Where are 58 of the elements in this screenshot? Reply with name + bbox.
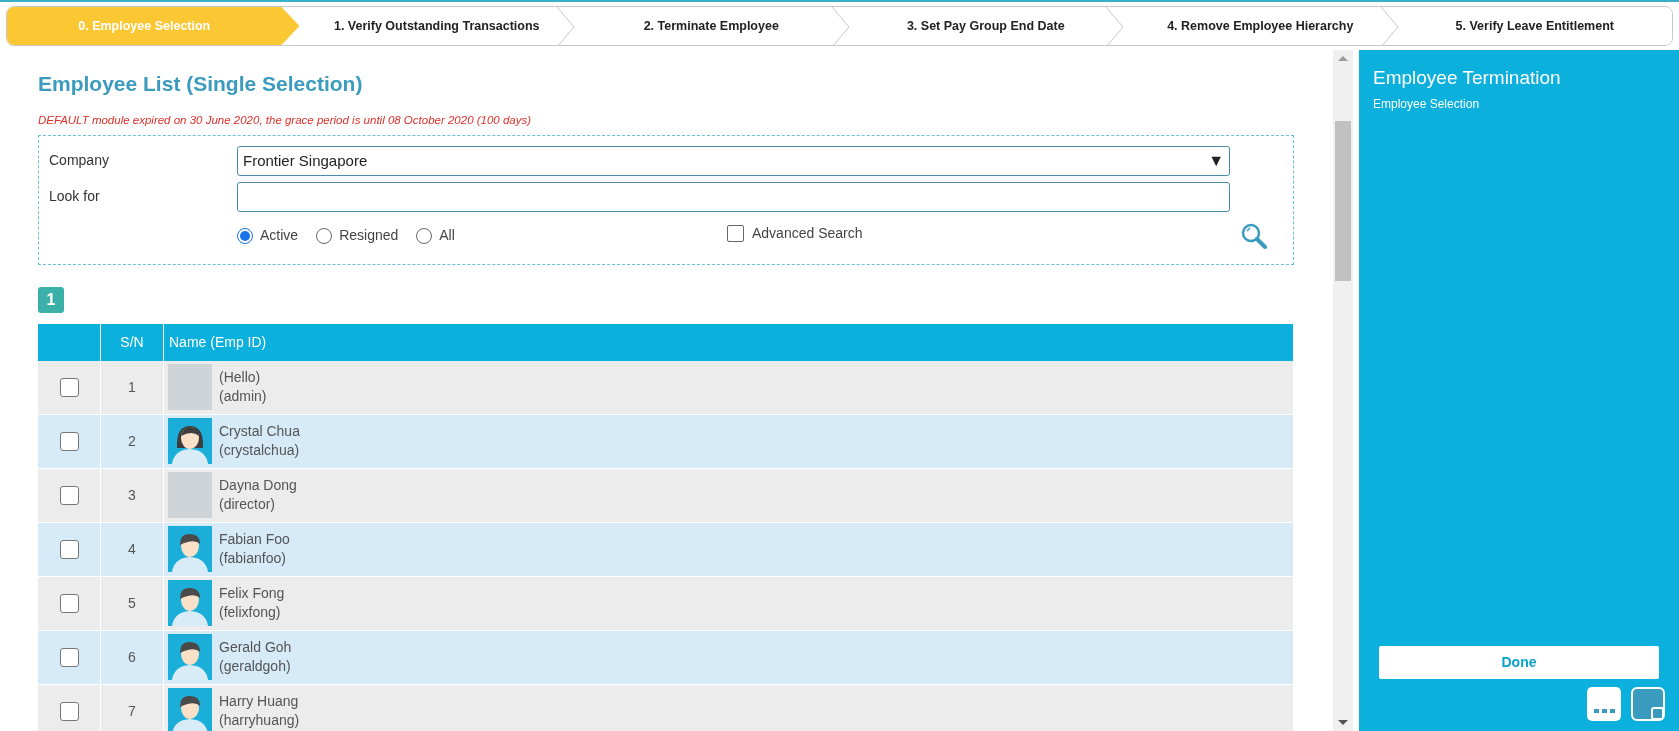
panel-title: Employee Termination xyxy=(1373,66,1562,90)
employee-name: (Hello) xyxy=(219,368,262,388)
look-for-label: Look for xyxy=(49,187,101,207)
serial-number: 4 xyxy=(128,539,136,559)
employee-name: Crystal Chua xyxy=(219,422,300,442)
serial-number: 1 xyxy=(128,377,136,397)
more-icon[interactable] xyxy=(1587,687,1621,721)
look-for-field[interactable] xyxy=(237,181,1230,212)
serial-number: 3 xyxy=(128,485,136,505)
employee-id: (felixfong) xyxy=(219,603,282,623)
column-header: S/N xyxy=(101,323,164,361)
employee-id: (fabianfoo) xyxy=(219,549,287,569)
window-icon[interactable] xyxy=(1631,687,1665,721)
row-checkbox[interactable] xyxy=(59,701,79,721)
person-avatar-icon xyxy=(168,688,212,731)
advanced-search-checkbox[interactable]: Advanced Search xyxy=(727,223,863,245)
employee-name: Felix Fong xyxy=(219,584,285,604)
row-checkbox[interactable] xyxy=(59,431,79,451)
employee-name: Fabian Foo xyxy=(219,530,290,550)
employee-id: (director) xyxy=(219,495,276,515)
employee-id: (crystalchua) xyxy=(219,441,300,461)
person-avatar-icon xyxy=(168,418,212,465)
employee-name: Harry Huang xyxy=(219,692,300,712)
employee-id: (geraldgoh) xyxy=(219,657,292,677)
person-avatar-icon xyxy=(168,580,212,627)
photo-placeholder xyxy=(168,364,212,411)
status-radio[interactable]: Resigned xyxy=(316,225,399,247)
row-checkbox[interactable] xyxy=(59,485,79,505)
employee-id: (harryhuang) xyxy=(219,711,300,731)
company-label: Company xyxy=(49,151,110,171)
dropdown-arrow: ▼ xyxy=(1208,150,1224,171)
employee-name: Gerald Goh xyxy=(219,638,292,658)
scrollbar[interactable] xyxy=(1333,50,1353,731)
company-dropdown[interactable]: Frontier Singapore ▼ xyxy=(237,145,1230,176)
column-header: Name (Emp ID) xyxy=(168,332,268,352)
expiry-warning: DEFAULT module expired on 30 June 2020, the grace period is until 08 October 2020 (100 days) xyxy=(38,112,533,128)
row-checkbox[interactable] xyxy=(59,647,79,667)
employee-name: Dayna Dong xyxy=(219,476,297,496)
wizard-step[interactable]: 4. Remove Employee Hierarchy xyxy=(1123,7,1398,45)
row-checkbox[interactable] xyxy=(59,593,79,613)
wizard-step[interactable]: 2. Terminate Employee xyxy=(574,7,849,45)
serial-number: 6 xyxy=(128,647,136,667)
employee-id: (admin) xyxy=(219,387,267,407)
serial-number: 5 xyxy=(128,593,136,613)
serial-number: 7 xyxy=(128,701,136,721)
serial-number: 2 xyxy=(128,431,136,451)
wizard-step[interactable]: 5. Verify Leave Entitlement xyxy=(1397,7,1672,45)
wizard-step[interactable]: 3. Set Pay Group End Date xyxy=(848,7,1123,45)
status-radio[interactable]: Active xyxy=(237,225,299,247)
row-checkbox[interactable] xyxy=(59,539,79,559)
photo-placeholder xyxy=(168,472,212,519)
row-checkbox[interactable] xyxy=(59,377,79,397)
search-icon[interactable] xyxy=(1241,222,1267,249)
person-avatar-icon xyxy=(168,634,212,681)
panel-subtitle: Employee Selection xyxy=(1373,95,1481,113)
status-radio[interactable]: All xyxy=(416,225,455,247)
person-avatar-icon xyxy=(168,526,212,573)
page-title: Employee List (Single Selection) xyxy=(38,71,364,97)
